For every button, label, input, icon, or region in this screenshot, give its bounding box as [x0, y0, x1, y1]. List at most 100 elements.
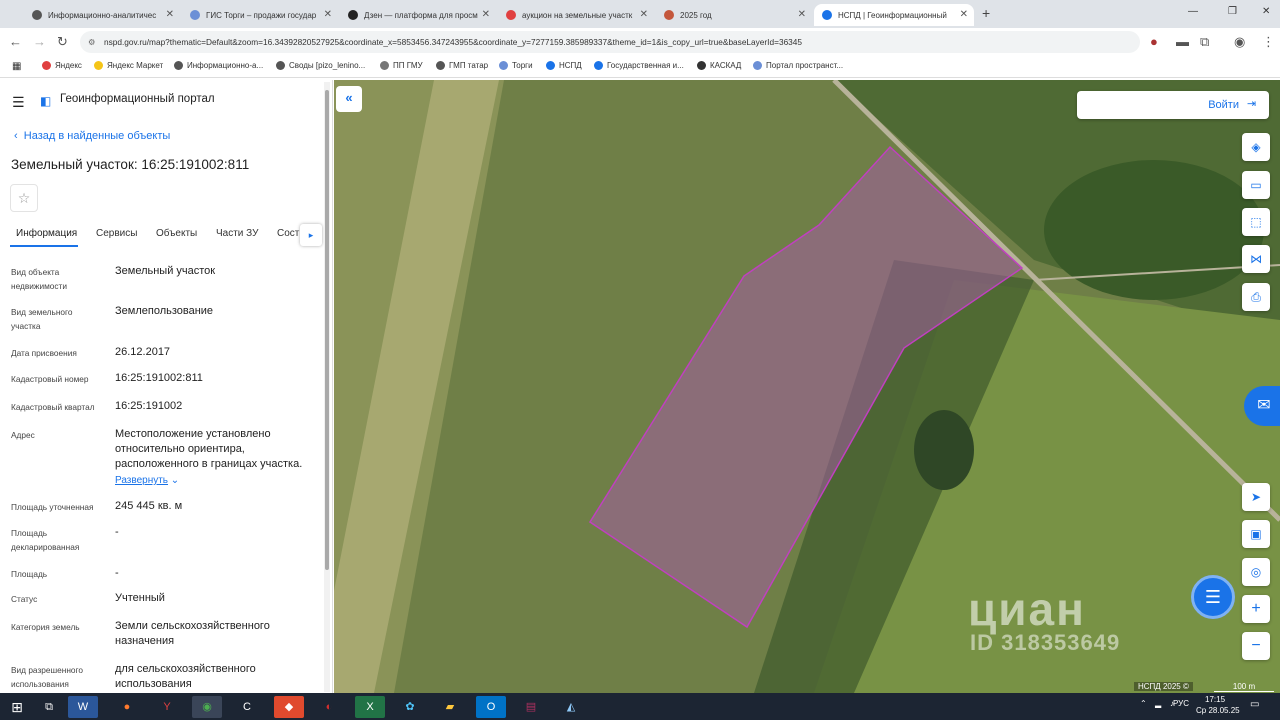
bookmark-favicon-icon: [42, 61, 51, 70]
clock-date[interactable]: Ср 28.05.25: [1196, 706, 1240, 715]
portal-logo-icon: ◧: [40, 94, 52, 108]
bookmark-favicon-icon: [436, 61, 445, 70]
browser-tab-2[interactable]: ГИС Торги – продажи государ ✕: [182, 4, 338, 26]
field-value: -: [115, 567, 119, 579]
bookmark-item[interactable]: Портал пространст...: [753, 61, 843, 70]
favorite-star-button[interactable]: ☆: [10, 184, 38, 212]
share-button[interactable]: ⋈: [1242, 245, 1270, 273]
yandex-browser-icon[interactable]: Y: [152, 696, 182, 718]
chat-button[interactable]: ☰: [1191, 575, 1235, 619]
tab-services[interactable]: Сервисы: [96, 228, 137, 239]
outlook-app-icon[interactable]: O: [476, 696, 506, 718]
tab-parcel-parts[interactable]: Части ЗУ: [216, 228, 258, 239]
bookmark-item[interactable]: ПП ГМУ: [380, 61, 423, 70]
tab-information[interactable]: Информация: [16, 228, 77, 239]
extension-icon[interactable]: ▬: [1176, 34, 1189, 49]
task-view-icon[interactable]: ⧉: [34, 696, 64, 718]
geolocation-button[interactable]: ➤: [1242, 483, 1270, 511]
app-icon[interactable]: ◆: [274, 696, 304, 718]
minus-icon: −: [1251, 637, 1261, 654]
reload-icon[interactable]: ↻: [57, 34, 68, 50]
bookmark-item[interactable]: Яндекс: [42, 61, 82, 70]
satellite-map[interactable]: [334, 80, 1280, 693]
minimize-icon[interactable]: —: [1188, 6, 1198, 17]
firefox-app-icon[interactable]: ●: [112, 696, 142, 718]
browser-tab-3[interactable]: Дзен — платформа для просм ✕: [340, 4, 496, 26]
tabs-scroll-right-button[interactable]: ▸: [300, 224, 322, 246]
excel-app-icon[interactable]: X: [355, 696, 385, 718]
select-area-button[interactable]: ⬚: [1242, 208, 1270, 236]
field-value: Землепользование: [115, 305, 214, 317]
minimap-button[interactable]: ▣: [1242, 520, 1270, 548]
bookmark-item[interactable]: ГМП татар: [436, 61, 488, 70]
menu-dots-icon[interactable]: ⋮: [1262, 34, 1275, 50]
tab-title: аукцион на земельные участк: [522, 10, 633, 20]
hamburger-menu-icon[interactable]: ☰: [12, 94, 25, 111]
app-icon[interactable]: C: [232, 696, 262, 718]
support-button[interactable]: ✉: [1244, 386, 1280, 426]
tab-favicon-icon: [348, 10, 358, 20]
tab-favicon-icon: [822, 10, 832, 20]
back-to-results-link[interactable]: ‹ Назад в найденные объекты: [14, 130, 170, 142]
bookmark-favicon-icon: [499, 61, 508, 70]
zoom-out-button[interactable]: −: [1242, 632, 1270, 660]
login-button[interactable]: Войти: [1077, 91, 1269, 119]
tab-close-icon[interactable]: ✕: [482, 9, 490, 20]
collapse-panel-button[interactable]: «: [336, 86, 362, 112]
expand-address-link[interactable]: Развернуть ⌄: [115, 475, 179, 486]
bookmark-item[interactable]: КАСКАД: [697, 61, 741, 70]
app-icon[interactable]: ✿: [395, 696, 425, 718]
extensions-puzzle-icon[interactable]: ⧉: [1200, 34, 1209, 50]
archive-app-icon[interactable]: ▤: [516, 696, 546, 718]
field-label: Площадь декларированная: [11, 528, 80, 552]
tab-composition[interactable]: Сост: [277, 228, 299, 239]
tray-arrow-icon[interactable]: ⌃: [1140, 699, 1147, 708]
tab-close-icon[interactable]: ✕: [166, 9, 174, 20]
tab-close-icon[interactable]: ✕: [798, 9, 806, 20]
start-icon[interactable]: ⊞: [2, 696, 32, 718]
browser-tab-6[interactable]: НСПД | Геоинформационный ✕: [814, 4, 974, 26]
close-window-icon[interactable]: ✕: [1262, 6, 1270, 17]
tab-objects[interactable]: Объекты: [156, 228, 197, 239]
forward-arrow-icon[interactable]: →: [33, 34, 46, 49]
word-app-icon[interactable]: W: [68, 696, 98, 718]
bookmark-item[interactable]: Торги: [499, 61, 533, 70]
bookmark-item[interactable]: Информационно-а...: [174, 61, 263, 70]
restore-icon[interactable]: ❐: [1228, 6, 1237, 17]
network-icon[interactable]: ▂: [1155, 699, 1161, 708]
chat-bubble-icon: ☰: [1204, 587, 1222, 607]
app-icon[interactable]: ◭: [556, 696, 586, 718]
print-button[interactable]: ⎙: [1242, 283, 1270, 311]
browser-tab-5[interactable]: 2025 год ✕: [656, 4, 812, 26]
tab-title: НСПД | Геоинформационный: [838, 10, 947, 20]
chrome-app-icon[interactable]: ◉: [192, 696, 222, 718]
bookmark-item[interactable]: Своды [pizo_lenino...: [276, 61, 365, 70]
location-button[interactable]: ◎: [1242, 558, 1270, 586]
tab-close-icon[interactable]: ✕: [640, 9, 648, 20]
profile-icon[interactable]: ◉: [1234, 34, 1245, 50]
layers-button[interactable]: ◈: [1242, 133, 1270, 161]
app-icon[interactable]: ◐: [314, 696, 344, 718]
field-label: Дата присвоения: [11, 348, 77, 358]
tab-close-icon[interactable]: ✕: [960, 9, 968, 20]
bookmark-item[interactable]: НСПД: [546, 61, 582, 70]
new-tab-icon[interactable]: +: [982, 5, 990, 21]
address-bar[interactable]: ⚙ nspd.gov.ru/map?thematic=Default&zoom=…: [80, 31, 1140, 53]
browser-tab-1[interactable]: Информационно-аналитичес ✕: [24, 4, 180, 26]
tab-close-icon[interactable]: ✕: [324, 9, 332, 20]
apps-grid-icon[interactable]: ▦: [12, 61, 21, 72]
site-info-icon[interactable]: ⚙: [88, 31, 95, 53]
notifications-icon[interactable]: ▭: [1250, 699, 1259, 710]
bookmark-item[interactable]: Яндекс Маркет: [94, 61, 163, 70]
file-explorer-icon[interactable]: ▰: [435, 696, 465, 718]
extension-icon[interactable]: ●: [1150, 34, 1158, 49]
panel-scrollbar-thumb[interactable]: [325, 90, 329, 570]
clock-time[interactable]: 17:15: [1205, 695, 1225, 704]
input-language[interactable]: РУС: [1173, 699, 1189, 708]
back-arrow-icon[interactable]: ←: [9, 34, 22, 49]
measure-button[interactable]: ▭: [1242, 171, 1270, 199]
zoom-in-button[interactable]: +: [1242, 595, 1270, 623]
bookmark-item[interactable]: Государственная и...: [594, 61, 684, 70]
browser-tab-4[interactable]: аукцион на земельные участк ✕: [498, 4, 654, 26]
bookmark-favicon-icon: [174, 61, 183, 70]
